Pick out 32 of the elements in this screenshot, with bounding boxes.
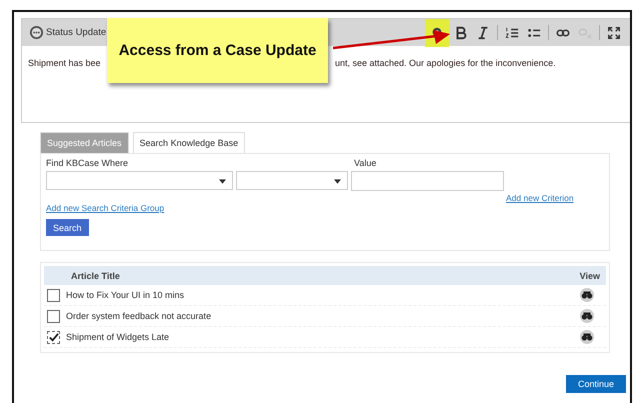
table-cell-text: Order system feedback not accurate	[65, 311, 212, 321]
add-criterion-link[interactable]: Add new Criterion	[506, 193, 574, 203]
chat-bubble-icon	[29, 25, 44, 40]
tab[interactable]: Suggested Articles	[40, 132, 129, 153]
field-label: Find KBCase Where	[46, 158, 130, 168]
table-cell-text: Shipment of Widgets Late	[65, 332, 170, 342]
callout-text: Access from a Case Update	[118, 42, 316, 59]
checkbox[interactable]	[47, 288, 60, 302]
maximize-icon	[607, 26, 621, 40]
field-dropdown[interactable]	[46, 171, 233, 190]
table-cell-text: How to Fix Your UI in 10 mins	[65, 290, 186, 300]
continue-button[interactable]: Continue	[566, 375, 626, 393]
value-field[interactable]	[351, 171, 504, 191]
numbered-list-icon	[505, 26, 519, 40]
tab[interactable]: Search Knowledge Base	[132, 132, 246, 153]
checkbox[interactable]	[47, 310, 60, 322]
caret-icon	[334, 179, 341, 184]
add-group-link[interactable]: Add new Search Criteria Group	[46, 203, 164, 213]
message-text: Shipment has bee	[28, 58, 102, 68]
column-header: Article Title	[70, 270, 121, 280]
message-text: unt, see attached. Our apologies for the inconvenience.	[335, 58, 556, 68]
italic-icon	[476, 26, 490, 40]
search-button[interactable]: Search	[46, 219, 89, 236]
column-header: View	[580, 270, 600, 280]
binoculars-icon[interactable]	[580, 330, 594, 344]
binoculars-icon[interactable]	[580, 288, 594, 302]
editor-title: Status Update	[46, 27, 106, 38]
checkbox[interactable]	[47, 330, 60, 344]
bold-icon	[454, 26, 468, 40]
binoculars-icon[interactable]	[580, 309, 594, 323]
caret-icon	[219, 179, 226, 184]
field-label: Value	[354, 158, 376, 168]
